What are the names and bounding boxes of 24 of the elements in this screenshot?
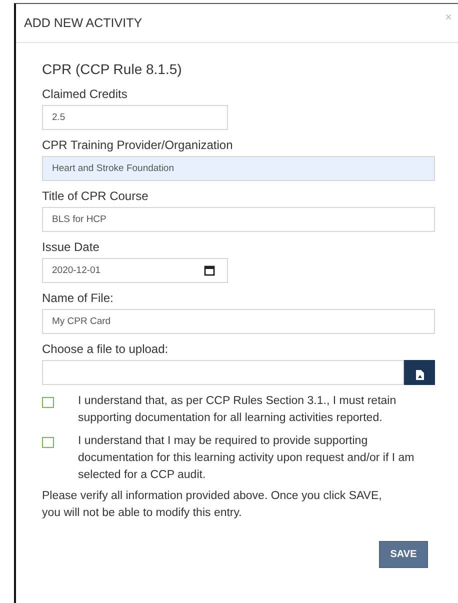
text-field[interactable]: My CPR Card [42,309,435,334]
dialog-title: ADD NEW ACTIVITY [24,16,142,30]
agreement-text: I understand that I may be required to provide supporting documentation for this learning activity upon request and/or if I am selected for a CCP audit. [78,434,416,483]
section-heading: CPR (CCP Rule 8.1.5) [42,61,183,77]
calendar-icon[interactable] [204,265,215,276]
checkbox[interactable] [42,437,54,448]
date-value: 2020-12-01 [52,265,101,276]
field-label: Name of File: [42,291,114,305]
file-field[interactable] [42,360,404,385]
date-field[interactable]: 2020-12-01 [42,258,228,283]
field-label: Choose a file to upload: [42,342,170,356]
agreement-text: I understand that, as per CCP Rules Section 3.1., I must retain supporting documentation for all learning activities reported. [78,394,398,426]
text-field[interactable]: 2.5 [42,105,228,130]
checkbox[interactable] [42,397,54,408]
field-label: Title of CPR Course [42,189,150,203]
text-field[interactable]: BLS for HCP [42,207,435,232]
field-label: Issue Date [42,240,100,254]
browse-button[interactable] [404,360,435,385]
file-icon [415,370,424,380]
save-button[interactable]: SAVE [379,541,428,568]
field-label: CPR Training Provider/Organization [42,138,234,152]
text-field[interactable]: Heart and Stroke Foundation [42,156,435,181]
field-label: Claimed Credits [42,87,128,101]
notice-text: Please verify all information provided above. Once you click SAVE, you will not be able to modify this entry. [42,489,383,521]
